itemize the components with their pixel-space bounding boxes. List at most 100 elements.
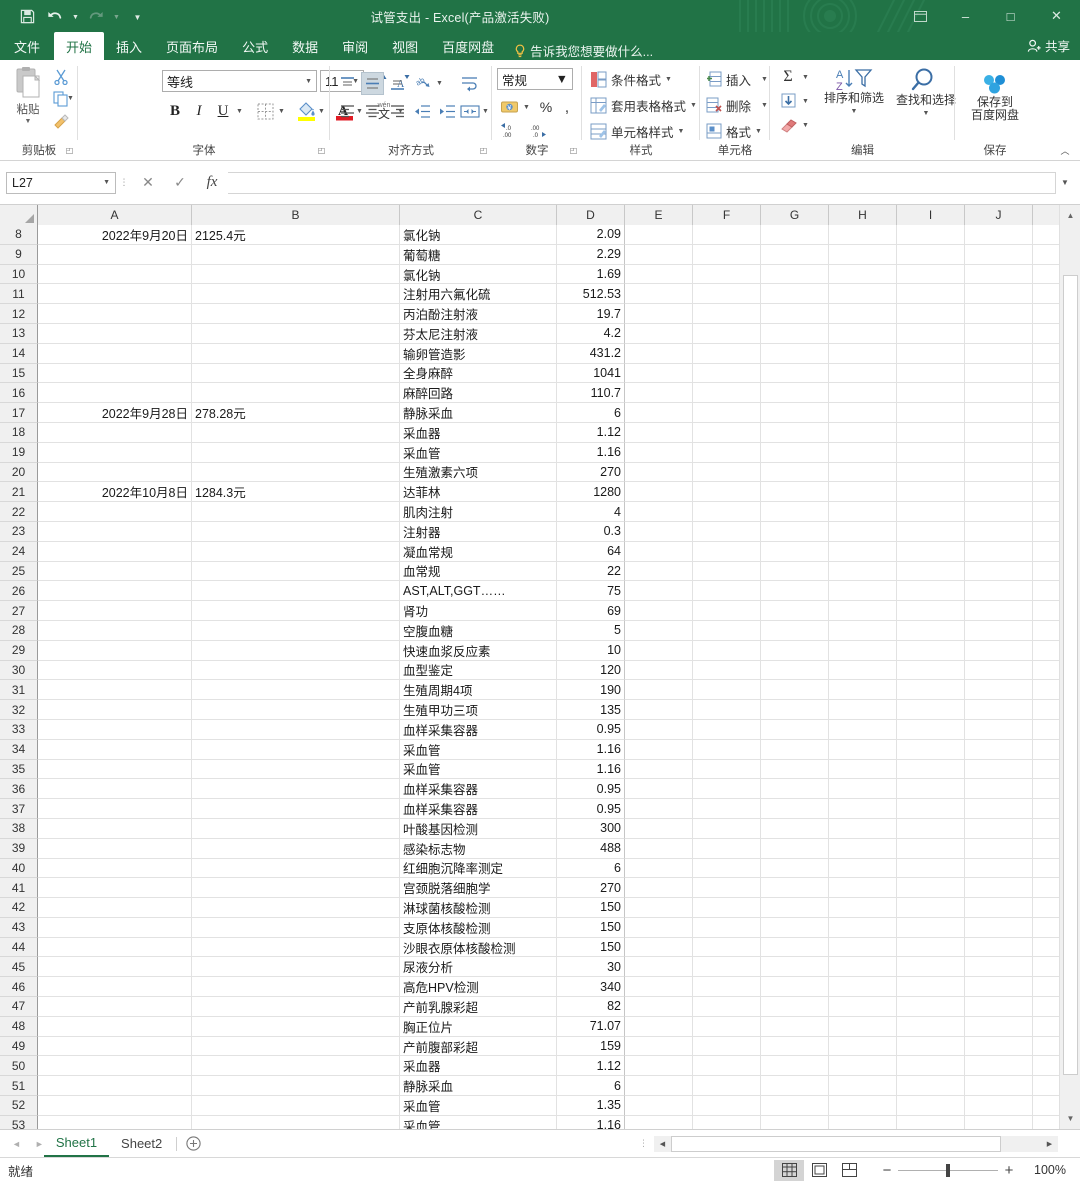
cell-D41[interactable]: 270 xyxy=(557,878,625,899)
cell-C18[interactable]: 采血器 xyxy=(400,422,557,443)
cell-D11[interactable]: 512.53 xyxy=(557,284,625,305)
row-header[interactable]: 36 xyxy=(0,779,38,800)
cell-I19[interactable] xyxy=(897,442,965,463)
cell-F43[interactable] xyxy=(693,917,761,938)
cell-J33[interactable] xyxy=(965,719,1033,740)
row-header[interactable]: 45 xyxy=(0,957,38,978)
cell-F10[interactable] xyxy=(693,264,761,285)
row-header[interactable]: 23 xyxy=(0,521,38,542)
cell-E21[interactable] xyxy=(625,482,693,503)
cell-I26[interactable] xyxy=(897,581,965,602)
cell-G23[interactable] xyxy=(761,521,829,542)
row-header[interactable]: 29 xyxy=(0,640,38,661)
cell-F24[interactable] xyxy=(693,541,761,562)
cell-A8[interactable]: 2022年9月20日 xyxy=(38,225,192,245)
cell-D15[interactable]: 1041 xyxy=(557,363,625,384)
select-all-corner[interactable] xyxy=(0,205,38,225)
cell-G9[interactable] xyxy=(761,244,829,265)
cell-D23[interactable]: 0.3 xyxy=(557,521,625,542)
cell-E44[interactable] xyxy=(625,937,693,958)
cell-J8[interactable] xyxy=(965,225,1033,245)
cell-H13[interactable] xyxy=(829,323,897,344)
name-box-dropdown-icon[interactable]: ▼ xyxy=(103,179,110,186)
cell-C17[interactable]: 静脉采血 xyxy=(400,403,557,423)
cell-D34[interactable]: 1.16 xyxy=(557,739,625,760)
cell-A17[interactable]: 2022年9月28日 xyxy=(38,403,192,423)
cell-C8[interactable]: 氯化钠 xyxy=(400,225,557,245)
cell-I46[interactable] xyxy=(897,977,965,998)
share-button[interactable]: 共享 xyxy=(1027,36,1070,55)
row-header[interactable]: 14 xyxy=(0,343,38,364)
cell-G38[interactable] xyxy=(761,818,829,839)
cell-H28[interactable] xyxy=(829,620,897,641)
cell-A28[interactable] xyxy=(38,620,192,641)
horizontal-scroll-thumb[interactable] xyxy=(671,1135,1001,1152)
cell-A32[interactable] xyxy=(38,700,192,720)
cell-G11[interactable] xyxy=(761,284,829,305)
column-header-F[interactable]: F xyxy=(693,205,761,225)
cell-B8[interactable]: 2125.4元 xyxy=(192,225,400,245)
cell-C26[interactable]: AST,ALT,GGT…… xyxy=(400,581,557,602)
delete-cells-button[interactable]: 删除 ▼ xyxy=(706,94,768,116)
cell-E32[interactable] xyxy=(625,700,693,720)
cell-B39[interactable] xyxy=(192,838,400,859)
cell-F49[interactable] xyxy=(693,1036,761,1057)
cell-A39[interactable] xyxy=(38,838,192,859)
cell-H9[interactable] xyxy=(829,244,897,265)
row-header[interactable]: 38 xyxy=(0,818,38,839)
cell-D46[interactable]: 340 xyxy=(557,977,625,998)
cell-G45[interactable] xyxy=(761,957,829,978)
cell-A26[interactable] xyxy=(38,581,192,602)
close-button[interactable]: ✕ xyxy=(1033,0,1080,32)
cell-A38[interactable] xyxy=(38,818,192,839)
font-dialog-launcher[interactable]: ◰ xyxy=(316,145,327,156)
customize-qat-icon[interactable]: ▼ xyxy=(132,4,143,28)
cell-H11[interactable] xyxy=(829,284,897,305)
cell-G25[interactable] xyxy=(761,561,829,582)
cell-J40[interactable] xyxy=(965,858,1033,879)
cell-J14[interactable] xyxy=(965,343,1033,364)
cell-B28[interactable] xyxy=(192,620,400,641)
cell-H14[interactable] xyxy=(829,343,897,364)
cell-J52[interactable] xyxy=(965,1096,1033,1116)
cell-C27[interactable]: 肾功 xyxy=(400,601,557,621)
cell-F36[interactable] xyxy=(693,779,761,800)
cell-C16[interactable]: 麻醉回路 xyxy=(400,383,557,404)
cell-B29[interactable] xyxy=(192,640,400,661)
row-header[interactable]: 50 xyxy=(0,1056,38,1077)
cell-F13[interactable] xyxy=(693,323,761,344)
cell-A9[interactable] xyxy=(38,244,192,265)
cell-A11[interactable] xyxy=(38,284,192,305)
cell-C49[interactable]: 产前腹部彩超 xyxy=(400,1036,557,1057)
cell-D48[interactable]: 71.07 xyxy=(557,1016,625,1037)
format-cells-button[interactable]: 格式 ▼ xyxy=(706,120,762,142)
cell-A29[interactable] xyxy=(38,640,192,661)
cell-E15[interactable] xyxy=(625,363,693,384)
cell-C45[interactable]: 尿液分析 xyxy=(400,957,557,978)
cell-J27[interactable] xyxy=(965,601,1033,621)
cell-D12[interactable]: 19.7 xyxy=(557,304,625,324)
cell-C30[interactable]: 血型鉴定 xyxy=(400,660,557,681)
cell-H31[interactable] xyxy=(829,680,897,701)
cell-H44[interactable] xyxy=(829,937,897,958)
cell-B24[interactable] xyxy=(192,541,400,562)
fill-dropdown-icon[interactable]: ▼ xyxy=(800,90,811,112)
cell-J31[interactable] xyxy=(965,680,1033,701)
cell-G52[interactable] xyxy=(761,1096,829,1116)
cell-G33[interactable] xyxy=(761,719,829,740)
clipboard-dialog-launcher[interactable]: ◰ xyxy=(64,145,75,156)
row-header[interactable]: 41 xyxy=(0,878,38,899)
save-to-baidu-netdisk-button[interactable]: 保存到 百度网盘 xyxy=(961,70,1029,122)
cell-C29[interactable]: 快速血浆反应素 xyxy=(400,640,557,661)
cell-A46[interactable] xyxy=(38,977,192,998)
sheet-tab-sheet1[interactable]: Sheet1 xyxy=(43,1130,110,1157)
cell-A51[interactable] xyxy=(38,1076,192,1097)
cell-C33[interactable]: 血样采集容器 xyxy=(400,719,557,740)
cell-E27[interactable] xyxy=(625,601,693,621)
row-header[interactable]: 20 xyxy=(0,462,38,483)
cell-C22[interactable]: 肌肉注射 xyxy=(400,502,557,522)
cell-E28[interactable] xyxy=(625,620,693,641)
cell-H35[interactable] xyxy=(829,759,897,780)
cell-D31[interactable]: 190 xyxy=(557,680,625,701)
cell-E25[interactable] xyxy=(625,561,693,582)
